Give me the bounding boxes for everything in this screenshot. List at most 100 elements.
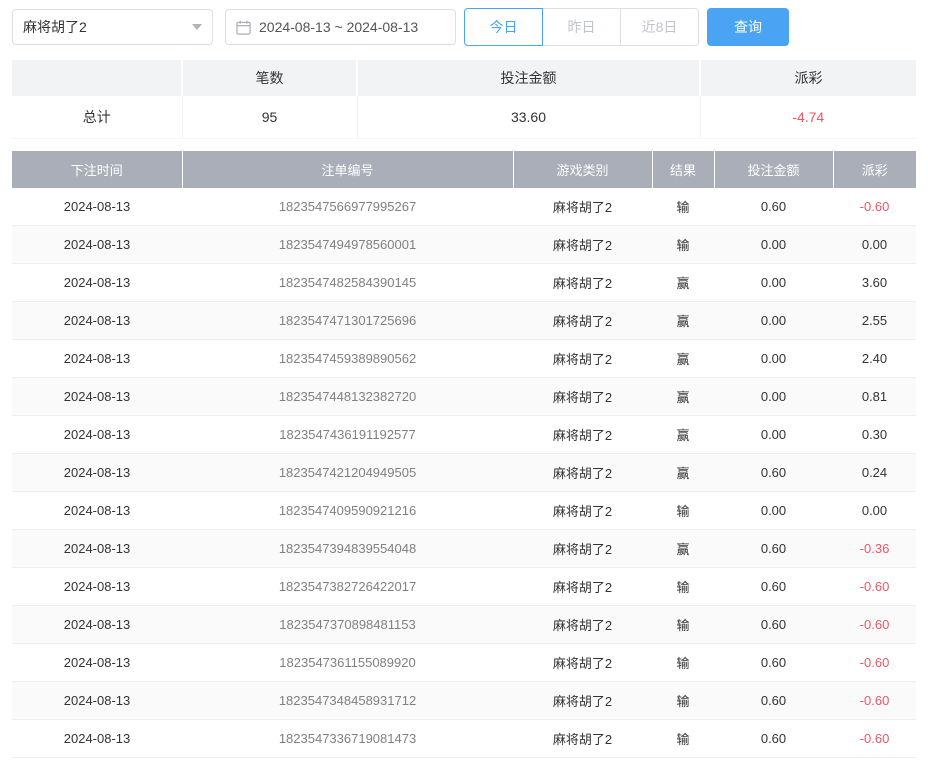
bet-time-cell: 2024-08-13 <box>12 606 182 644</box>
table-row: 2024-08-131823547421204949505麻将胡了2赢0.600… <box>12 454 916 492</box>
game-type-cell: 麻将胡了2 <box>513 530 652 568</box>
summary-table: 笔数 投注金额 派彩 总计 95 33.60 -4.74 <box>12 60 916 139</box>
game-type-cell: 麻将胡了2 <box>513 264 652 302</box>
summary-total-payout: -4.74 <box>700 96 916 138</box>
game-type-cell: 麻将胡了2 <box>513 454 652 492</box>
bet-time-cell: 2024-08-13 <box>12 568 182 606</box>
bet-history-page: 麻将胡了2 2024-08-13 ~ 2024-08-13 今日 昨日 近8日 … <box>0 0 928 758</box>
table-row: 2024-08-131823547336719081473麻将胡了2输0.60-… <box>12 720 916 758</box>
bet-table-body: 2024-08-131823547566977995267麻将胡了2输0.60-… <box>12 188 916 758</box>
query-button[interactable]: 查询 <box>707 8 789 46</box>
bet-time-cell: 2024-08-13 <box>12 264 182 302</box>
game-select[interactable]: 麻将胡了2 <box>12 9 213 45</box>
bet-time-cell: 2024-08-13 <box>12 226 182 264</box>
header-game-type: 游戏类别 <box>513 151 652 188</box>
bet-time-cell: 2024-08-13 <box>12 340 182 378</box>
table-row: 2024-08-131823547361155089920麻将胡了2输0.60-… <box>12 644 916 682</box>
header-result: 结果 <box>652 151 714 188</box>
summary-total-count: 95 <box>182 96 357 138</box>
payout-cell: 0.30 <box>833 416 916 454</box>
payout-cell: -0.36 <box>833 530 916 568</box>
bet-time-cell: 2024-08-13 <box>12 644 182 682</box>
result-cell: 赢 <box>652 530 714 568</box>
order-id-cell: 1823547566977995267 <box>182 188 513 226</box>
header-bet-amount: 投注金额 <box>714 151 833 188</box>
bet-amount-cell: 0.60 <box>714 720 833 758</box>
payout-cell: 0.81 <box>833 378 916 416</box>
table-row: 2024-08-131823547409590921216麻将胡了2输0.000… <box>12 492 916 530</box>
bet-amount-cell: 0.00 <box>714 264 833 302</box>
result-cell: 输 <box>652 492 714 530</box>
order-id-cell: 1823547436191192577 <box>182 416 513 454</box>
payout-cell: 2.40 <box>833 340 916 378</box>
bet-amount-cell: 0.60 <box>714 644 833 682</box>
order-id-cell: 1823547471301725696 <box>182 302 513 340</box>
result-cell: 赢 <box>652 340 714 378</box>
summary-total-label: 总计 <box>12 96 182 138</box>
game-type-cell: 麻将胡了2 <box>513 682 652 720</box>
result-cell: 输 <box>652 188 714 226</box>
date-range-input[interactable]: 2024-08-13 ~ 2024-08-13 <box>225 9 456 45</box>
payout-cell: -0.60 <box>833 188 916 226</box>
bet-time-cell: 2024-08-13 <box>12 188 182 226</box>
payout-cell: -0.60 <box>833 682 916 720</box>
payout-cell: 0.24 <box>833 454 916 492</box>
bet-amount-cell: 0.60 <box>714 530 833 568</box>
result-cell: 输 <box>652 720 714 758</box>
result-cell: 赢 <box>652 264 714 302</box>
bet-time-cell: 2024-08-13 <box>12 378 182 416</box>
game-type-cell: 麻将胡了2 <box>513 378 652 416</box>
table-row: 2024-08-131823547459389890562麻将胡了2赢0.002… <box>12 340 916 378</box>
order-id-cell: 1823547459389890562 <box>182 340 513 378</box>
game-type-cell: 麻将胡了2 <box>513 492 652 530</box>
game-type-cell: 麻将胡了2 <box>513 302 652 340</box>
summary-total-row: 总计 95 33.60 -4.74 <box>12 96 916 138</box>
result-cell: 赢 <box>652 416 714 454</box>
game-type-cell: 麻将胡了2 <box>513 340 652 378</box>
last-8-days-button[interactable]: 近8日 <box>620 8 699 46</box>
table-row: 2024-08-131823547471301725696麻将胡了2赢0.002… <box>12 302 916 340</box>
payout-cell: 2.55 <box>833 302 916 340</box>
yesterday-button[interactable]: 昨日 <box>542 8 621 46</box>
bet-amount-cell: 0.60 <box>714 454 833 492</box>
bet-amount-cell: 0.00 <box>714 378 833 416</box>
date-range-value: 2024-08-13 ~ 2024-08-13 <box>259 19 418 35</box>
table-row: 2024-08-131823547382726422017麻将胡了2输0.60-… <box>12 568 916 606</box>
table-row: 2024-08-131823547394839554048麻将胡了2赢0.60-… <box>12 530 916 568</box>
order-id-cell: 1823547361155089920 <box>182 644 513 682</box>
result-cell: 赢 <box>652 302 714 340</box>
quick-date-button-group: 今日 昨日 近8日 <box>464 8 699 46</box>
payout-cell: -0.60 <box>833 568 916 606</box>
bet-time-cell: 2024-08-13 <box>12 682 182 720</box>
payout-cell: 3.60 <box>833 264 916 302</box>
toolbar: 麻将胡了2 2024-08-13 ~ 2024-08-13 今日 昨日 近8日 … <box>12 8 916 46</box>
payout-cell: 0.00 <box>833 492 916 530</box>
order-id-cell: 1823547409590921216 <box>182 492 513 530</box>
payout-cell: -0.60 <box>833 606 916 644</box>
bet-table-header-row: 下注时间 注单编号 游戏类别 结果 投注金额 派彩 <box>12 151 916 188</box>
bet-time-cell: 2024-08-13 <box>12 454 182 492</box>
bet-amount-cell: 0.60 <box>714 606 833 644</box>
table-row: 2024-08-131823547494978560001麻将胡了2输0.000… <box>12 226 916 264</box>
today-button[interactable]: 今日 <box>464 8 543 46</box>
bet-time-cell: 2024-08-13 <box>12 492 182 530</box>
payout-cell: 0.00 <box>833 226 916 264</box>
result-cell: 输 <box>652 644 714 682</box>
order-id-cell: 1823547348458931712 <box>182 682 513 720</box>
result-cell: 赢 <box>652 378 714 416</box>
summary-header-row: 笔数 投注金额 派彩 <box>12 60 916 96</box>
order-id-cell: 1823547421204949505 <box>182 454 513 492</box>
bet-amount-cell: 0.00 <box>714 226 833 264</box>
bet-amount-cell: 0.60 <box>714 568 833 606</box>
game-type-cell: 麻将胡了2 <box>513 416 652 454</box>
summary-header-count: 笔数 <box>182 60 357 96</box>
game-type-cell: 麻将胡了2 <box>513 568 652 606</box>
game-type-cell: 麻将胡了2 <box>513 606 652 644</box>
table-row: 2024-08-131823547448132382720麻将胡了2赢0.000… <box>12 378 916 416</box>
order-id-cell: 1823547394839554048 <box>182 530 513 568</box>
table-row: 2024-08-131823547348458931712麻将胡了2输0.60-… <box>12 682 916 720</box>
bet-table: 下注时间 注单编号 游戏类别 结果 投注金额 派彩 2024-08-131823… <box>12 151 916 759</box>
order-id-cell: 1823547482584390145 <box>182 264 513 302</box>
result-cell: 输 <box>652 606 714 644</box>
summary-total-bet-amount: 33.60 <box>357 96 700 138</box>
